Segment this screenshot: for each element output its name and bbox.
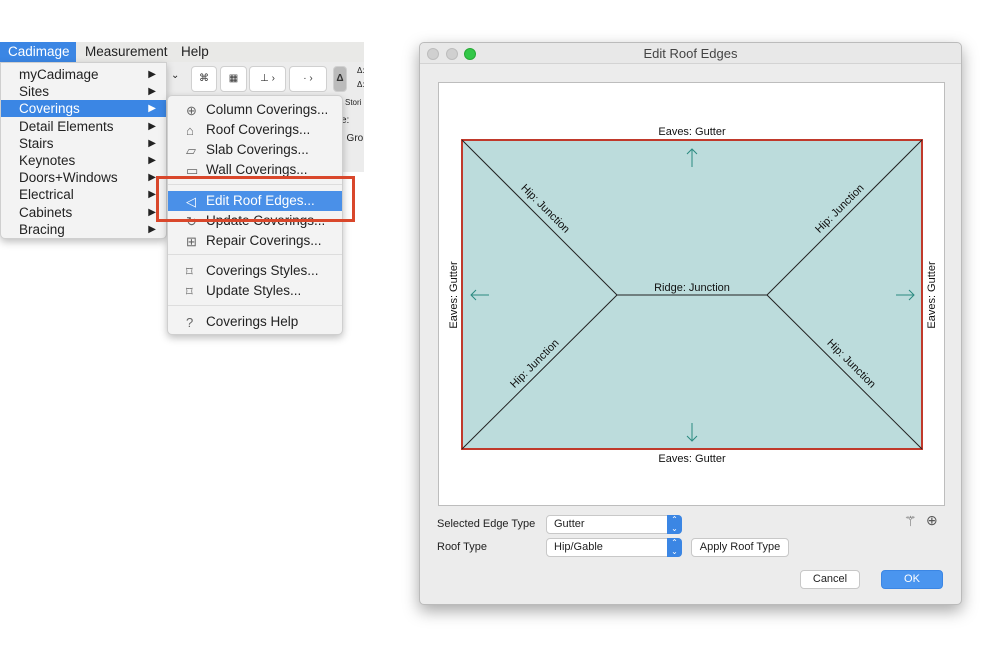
minimize-button[interactable]	[446, 48, 458, 60]
submenu-item-label: Slab Coverings...	[206, 142, 309, 157]
magic-wand-icon[interactable]: ⚚	[904, 513, 917, 530]
submenu-arrow-icon: ▶	[148, 103, 156, 115]
menu-item-label: Bracing	[19, 221, 65, 237]
axis-icon[interactable]: ⊥ ›	[249, 66, 286, 92]
edge-label-right: Eaves: Gutter	[926, 261, 938, 329]
ok-button[interactable]: OK	[881, 570, 943, 589]
menu-item-cabinets[interactable]: Cabinets ▶	[1, 204, 166, 221]
submenu-arrow-icon: ▶	[148, 172, 156, 184]
roof-type-label: Roof Type	[437, 541, 487, 553]
menu-item-doors-windows[interactable]: Doors+Windows ▶	[1, 169, 166, 186]
menu-item-stairs[interactable]: Stairs ▶	[1, 135, 166, 152]
delta-y: Δ:	[357, 80, 365, 89]
edge-label-left: Eaves: Gutter	[448, 261, 460, 329]
menu-item-mycadimage[interactable]: myCadimage ▶	[1, 66, 166, 83]
cadimage-menu: myCadimage ▶ Sites ▶ Coverings ▶ Detail Elemen…	[0, 62, 167, 239]
edge-label-bottom: Eaves: Gutter	[658, 453, 726, 465]
submenu-item-coverings-help[interactable]: ? Coverings Help	[168, 312, 342, 332]
menu-item-label: Stairs	[19, 135, 54, 151]
submenu-item-label: Update Styles...	[206, 283, 302, 298]
menu-item-bracing[interactable]: Bracing ▶	[1, 221, 166, 238]
submenu-item-label: Repair Coverings...	[206, 233, 322, 248]
submenu-item-coverings-styles[interactable]: ⌑ Coverings Styles...	[168, 261, 342, 281]
edit-roof-edges-dialog: Edit Roof Edges Eaves: Gutter Eaves: Gut…	[419, 42, 962, 605]
submenu-arrow-icon: ▶	[148, 86, 156, 98]
menu-measurement[interactable]: Measurement	[77, 42, 176, 62]
menu-item-label: Keynotes	[19, 153, 76, 168]
help-icon: ?	[186, 315, 194, 330]
menu-item-label: Coverings	[19, 101, 80, 117]
submenu-item-label: Coverings Help	[206, 314, 299, 329]
delta-icon[interactable]: Δ	[333, 66, 347, 92]
submenu-arrow-icon: ▶	[148, 69, 156, 80]
apply-roof-type-button[interactable]: Apply Roof Type	[691, 538, 789, 557]
submenu-item-slab-coverings[interactable]: ▱ Slab Coverings...	[168, 140, 342, 160]
point-icon[interactable]: · ›	[289, 66, 327, 92]
submenu-item-label: Column Coverings...	[206, 102, 329, 117]
submenu-item-update-styles[interactable]: ⌑ Update Styles...	[168, 281, 342, 301]
bookmark-update-icon: ⌑	[186, 284, 193, 299]
stepper-icon: ⌃ ⌄	[667, 515, 682, 534]
menu-item-label: Sites	[19, 84, 50, 100]
bookmark-icon: ⌑	[186, 264, 193, 279]
menu-separator	[168, 254, 342, 255]
edge-type-value: Gutter	[554, 518, 585, 530]
menu-item-detail-elements[interactable]: Detail Elements ▶	[1, 118, 166, 135]
menu-item-label: myCadimage	[19, 67, 99, 82]
menu-item-keynotes[interactable]: Keynotes ▶	[1, 152, 166, 169]
ridge-label: Ridge: Junction	[654, 282, 730, 294]
submenu-arrow-icon: ▶	[148, 206, 156, 218]
menu-cadimage[interactable]: Cadimage	[0, 42, 76, 62]
menu-item-electrical[interactable]: Electrical ▶	[1, 186, 166, 203]
submenu-item-repair-coverings[interactable]: ⊞ Repair Coverings...	[168, 231, 342, 251]
story-label: l Stori	[341, 98, 362, 107]
submenu-arrow-icon: ▶	[148, 189, 156, 201]
menu-bar: Cadimage Measurement Help	[0, 42, 364, 62]
menu-item-label: Cabinets	[19, 204, 73, 220]
title-bar: Edit Roof Edges	[420, 43, 961, 64]
zoom-fit-icon[interactable]: ⊕	[926, 512, 938, 529]
close-button[interactable]	[427, 48, 439, 60]
submenu-arrow-icon: ▶	[148, 223, 156, 235]
repair-icon: ⊞	[186, 234, 197, 249]
submenu-arrow-icon: ▶	[148, 137, 156, 149]
menu-item-sites[interactable]: Sites ▶	[1, 83, 166, 100]
highlight-box	[156, 176, 355, 222]
chevron-down-icon[interactable]: ⌄	[171, 70, 179, 81]
grid-icon[interactable]: ▦	[220, 66, 247, 92]
roof-diagram[interactable]: Eaves: Gutter Eaves: Gutter Eaves: Gutte…	[438, 82, 945, 506]
menu-item-label: Detail Elements	[19, 118, 114, 134]
edge-type-select[interactable]: Gutter ⌃ ⌄	[546, 515, 682, 534]
selected-edge-type-label: Selected Edge Type	[437, 518, 536, 530]
submenu-arrow-icon: ▶	[148, 155, 156, 166]
menu-item-coverings[interactable]: Coverings ▶	[1, 100, 166, 118]
submenu-item-label: Coverings Styles...	[206, 263, 319, 278]
roof-type-value: Hip/Gable	[554, 541, 603, 553]
zoom-button[interactable]	[464, 48, 476, 60]
menu-separator	[168, 305, 342, 306]
slab-icon: ▱	[186, 143, 196, 158]
menu-item-label: Doors+Windows	[19, 170, 118, 186]
ground-label: . Gro	[341, 133, 364, 144]
menu-item-label: Electrical	[19, 187, 74, 203]
submenu-item-column-coverings[interactable]: ⊕ Column Coverings...	[168, 100, 342, 120]
snap-icon[interactable]: ⌘	[191, 66, 217, 92]
submenu-arrow-icon: ▶	[148, 120, 156, 132]
submenu-item-label: Roof Coverings...	[206, 122, 311, 137]
edge-label-top: Eaves: Gutter	[658, 126, 726, 138]
menu-help[interactable]: Help	[173, 42, 217, 62]
roof-icon: ⌂	[186, 123, 194, 138]
dialog-title: Edit Roof Edges	[643, 46, 738, 61]
column-icon: ⊕	[186, 103, 197, 118]
submenu-item-label: Wall Coverings...	[206, 162, 308, 177]
delta-x: Δ:	[357, 66, 365, 75]
submenu-item-roof-coverings[interactable]: ⌂ Roof Coverings...	[168, 120, 342, 140]
stepper-icon: ⌃ ⌄	[667, 538, 682, 557]
roof-type-select[interactable]: Hip/Gable ⌃ ⌄	[546, 538, 682, 557]
cancel-button[interactable]: Cancel	[800, 570, 860, 589]
